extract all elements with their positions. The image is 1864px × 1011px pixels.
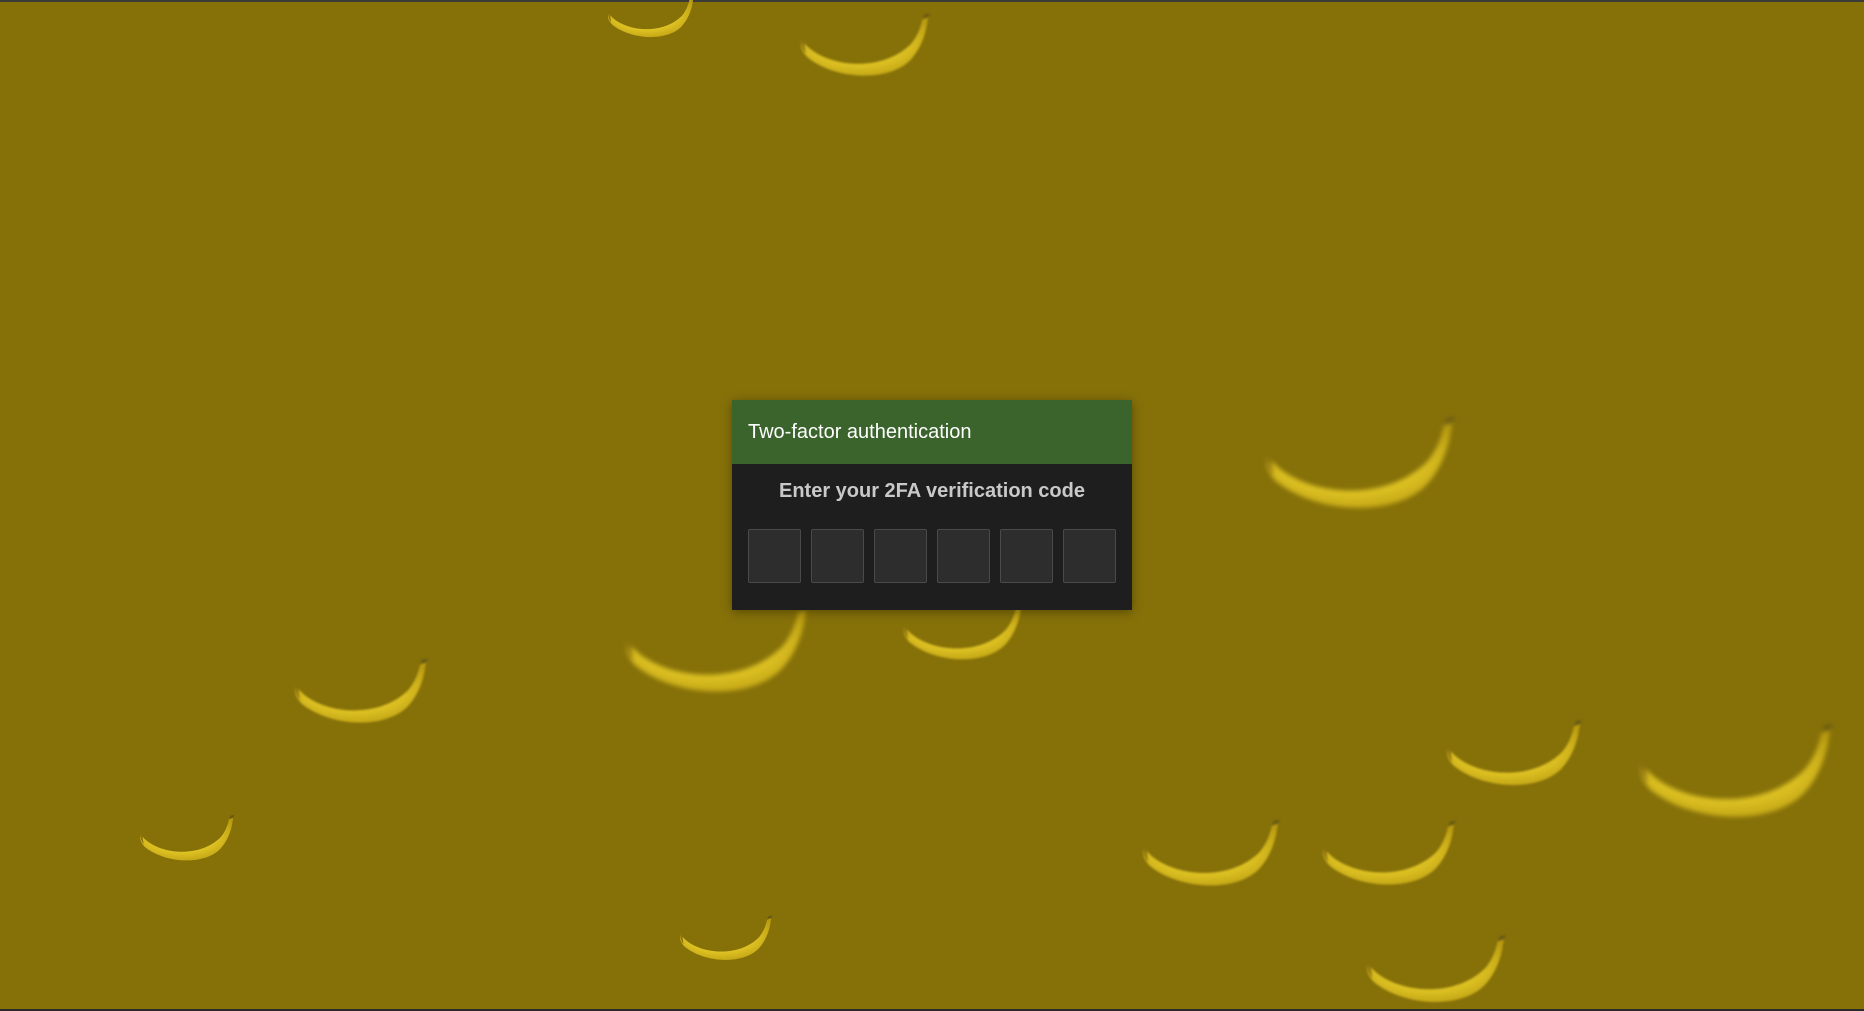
code-input-group xyxy=(732,529,1132,583)
two-factor-dialog: Two-factor authentication Enter your 2FA… xyxy=(732,400,1132,610)
code-digit-3[interactable] xyxy=(874,529,927,583)
banana-icon xyxy=(586,0,716,39)
banana-icon xyxy=(1636,712,1836,830)
banana-icon xyxy=(622,598,812,698)
banana-icon xyxy=(292,650,430,732)
code-digit-2[interactable] xyxy=(811,529,864,583)
banana-icon xyxy=(1140,812,1282,894)
banana-icon xyxy=(1262,408,1458,518)
code-digit-4[interactable] xyxy=(937,529,990,583)
banana-icon xyxy=(1444,712,1584,794)
top-border xyxy=(0,0,1864,2)
verification-prompt: Enter your 2FA verification code xyxy=(778,480,1085,502)
code-digit-5[interactable] xyxy=(1000,529,1053,583)
dialog-header: Two-factor authentication xyxy=(732,400,1132,464)
code-digit-1[interactable] xyxy=(748,529,801,583)
dialog-body: Enter your 2FA verification code xyxy=(732,464,1132,583)
code-digit-6[interactable] xyxy=(1063,529,1116,583)
banana-icon xyxy=(1320,812,1458,894)
dialog-title: Two-factor authentication xyxy=(748,420,972,443)
banana-icon xyxy=(798,6,932,84)
banana-icon xyxy=(1364,928,1508,1010)
banana-icon xyxy=(678,910,774,966)
banana-icon xyxy=(138,810,236,866)
